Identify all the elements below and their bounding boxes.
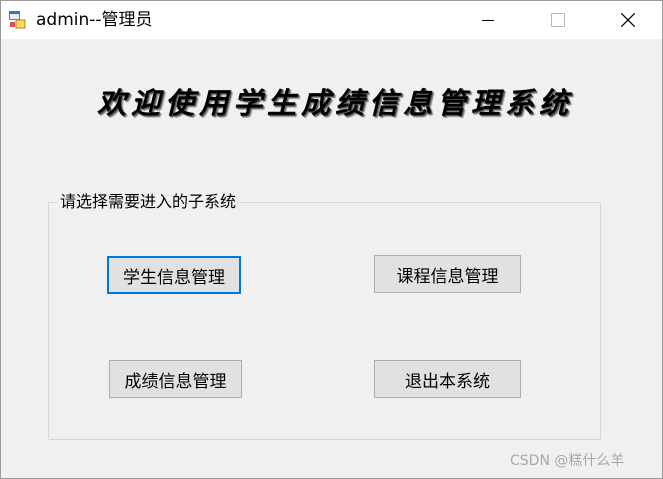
minimize-icon [482,20,494,21]
student-info-button[interactable]: 学生信息管理 [107,256,241,294]
csdn-watermark: CSDN @糕什么羊 [510,453,625,469]
close-icon [621,13,635,27]
main-window: admin--管理员 欢迎使用学生成绩信息管理系统 请选择需要进入的子系统 学生… [0,0,663,479]
exit-system-button[interactable]: 退出本系统 [374,360,521,398]
score-info-button[interactable]: 成绩信息管理 [109,360,242,398]
windows-form-icon [9,11,26,29]
maximize-button[interactable] [535,1,581,39]
course-info-button[interactable]: 课程信息管理 [374,255,521,293]
groupbox-legend: 请选择需要进入的子系统 [57,191,240,213]
window-title: admin--管理员 [36,10,153,30]
close-button[interactable] [605,1,651,39]
welcome-banner: 欢迎使用学生成绩信息管理系统 [96,86,573,120]
form-client-area: 欢迎使用学生成绩信息管理系统 请选择需要进入的子系统 学生信息管理 课程信息管理… [1,39,662,478]
title-bar[interactable]: admin--管理员 [1,1,662,39]
subsystem-groupbox: 请选择需要进入的子系统 学生信息管理 课程信息管理 成绩信息管理 退出本系统 [48,191,601,440]
minimize-button[interactable] [465,1,511,39]
maximize-icon [551,13,565,27]
